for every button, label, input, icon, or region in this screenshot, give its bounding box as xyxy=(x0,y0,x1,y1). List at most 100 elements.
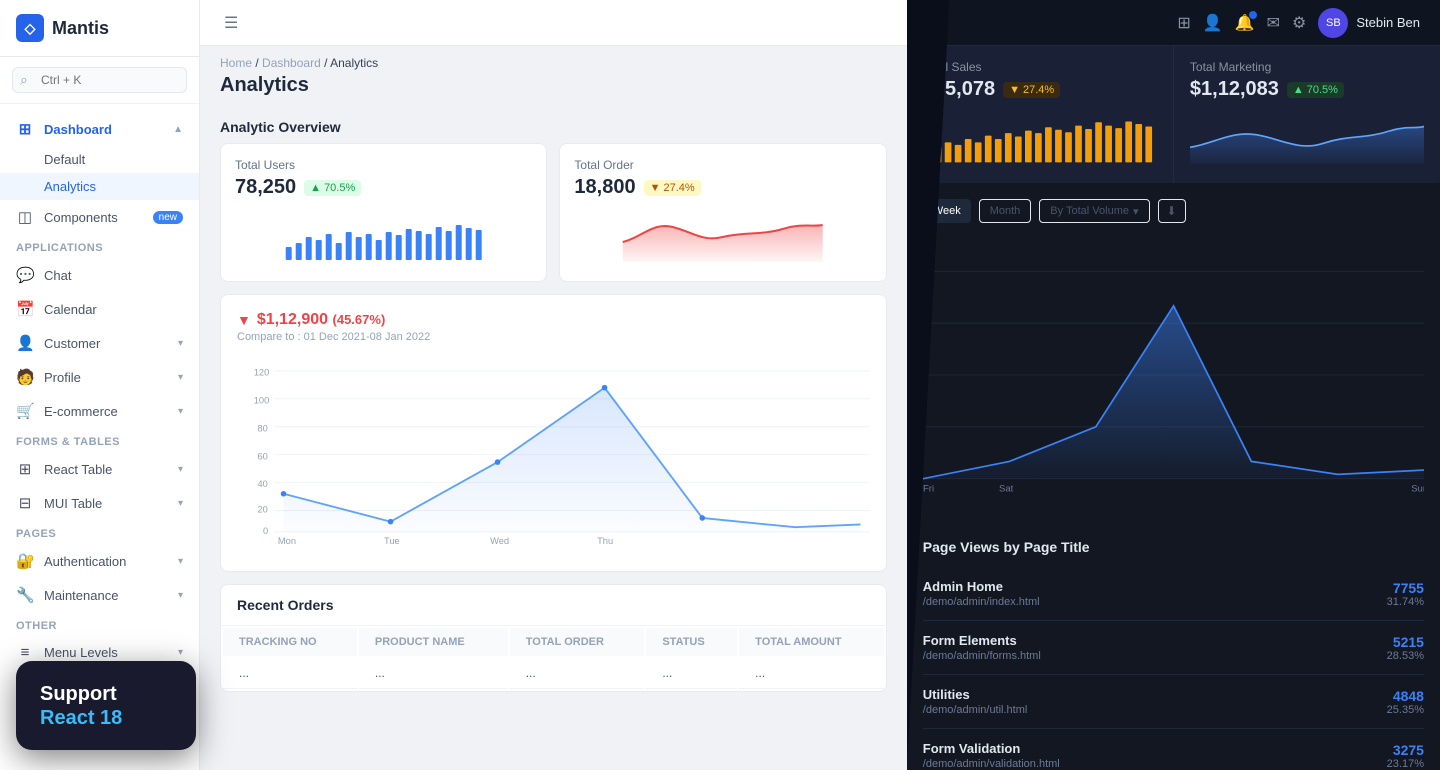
col-total-order: TOTAL ORDER xyxy=(510,628,645,656)
svg-text:Sun: Sun xyxy=(1411,484,1424,495)
chat-icon: 💬 xyxy=(16,266,34,284)
svg-text:60: 60 xyxy=(257,451,267,461)
svg-text:20: 20 xyxy=(257,504,267,514)
sidebar-item-mui-table[interactable]: ⊟ MUI Table ▾ xyxy=(0,486,199,520)
profile-icon: 🧑 xyxy=(16,368,34,386)
table-row: ... ... ... ... ... xyxy=(223,658,884,689)
page-views-section: Page Views by Page Title Admin Home /dem… xyxy=(907,523,1440,770)
search-area[interactable] xyxy=(0,57,199,104)
support-line1: Support xyxy=(40,681,172,707)
page-title: Analytics xyxy=(220,70,887,107)
customer-icon: 👤 xyxy=(16,334,34,352)
breadcrumb-home[interactable]: Home xyxy=(220,56,252,70)
sidebar-item-profile[interactable]: 🧑 Profile ▾ xyxy=(0,360,199,394)
analytic-overview-title: Analytic Overview xyxy=(200,107,907,143)
metric-card-orders: Total Order 18,800 ▼ 27.4% xyxy=(559,143,886,282)
section-pages: Pages xyxy=(0,520,199,544)
dark-chart-marketing xyxy=(1190,109,1424,169)
metric-badge-orders: ▼ 27.4% xyxy=(644,180,701,196)
react-table-icon: ⊞ xyxy=(16,460,34,478)
breadcrumb-current: Analytics xyxy=(330,56,378,70)
section-forms-tables: Forms & Tables xyxy=(0,428,199,452)
btn-volume[interactable]: By Total Volume ▾ xyxy=(1039,199,1149,223)
sidebar-item-maintenance[interactable]: 🔧 Maintenance ▾ xyxy=(0,578,199,612)
svg-text:100: 100 xyxy=(254,395,270,405)
dark-value-marketing: $1,12,083 xyxy=(1190,78,1279,101)
recent-orders-title: Recent Orders xyxy=(221,585,886,626)
svg-text:0: 0 xyxy=(263,526,268,536)
dark-badge-marketing: ▲ 70.5% xyxy=(1287,82,1344,98)
chevron-down-icon: ▾ xyxy=(178,498,183,509)
metric-chart-users xyxy=(235,207,532,267)
logo-area: ◇ Mantis xyxy=(0,0,199,57)
mail-icon[interactable]: ✉ xyxy=(1267,13,1280,33)
svg-text:80: 80 xyxy=(257,423,267,433)
dark-metric-sales: Total Sales $35,078 ▼ 27.4% xyxy=(907,46,1174,183)
pv-item-0: Admin Home /demo/admin/index.html 7755 3… xyxy=(923,567,1424,621)
content-dark: ⊞ 👤 🔔 ✉ ⚙ SB Stebin Ben Total Sales xyxy=(907,0,1440,770)
auth-icon: 🔐 xyxy=(16,552,34,570)
section-applications: Applications xyxy=(0,234,199,258)
dark-value-sales: $35,078 xyxy=(923,78,995,101)
recent-orders-section: Recent Orders TRACKING NO PRODUCT NAME T… xyxy=(220,584,887,692)
metric-card-users: Total Users 78,250 ▲ 70.5% xyxy=(220,143,547,282)
income-value: $1,12,900 (45.67%) xyxy=(257,311,385,329)
sidebar-subitem-analytics[interactable]: Analytics xyxy=(0,173,199,200)
pv-item-2: Utilities /demo/admin/util.html 4848 25.… xyxy=(923,675,1424,729)
sidebar-item-ecommerce[interactable]: 🛒 E-commerce ▾ xyxy=(0,394,199,428)
calendar-icon: 📅 xyxy=(16,300,34,318)
dark-badge-sales: ▼ 27.4% xyxy=(1003,82,1060,98)
svg-text:Fri: Fri xyxy=(923,484,934,495)
username: Stebin Ben xyxy=(1356,15,1420,30)
topbar-light: ☰ xyxy=(200,0,907,46)
user-icon[interactable]: 👤 xyxy=(1203,13,1223,33)
svg-text:Thu: Thu xyxy=(597,536,613,545)
main-area: ☰ Home / Dashboard / Analytics Analytics… xyxy=(200,0,1440,770)
metric-chart-orders xyxy=(574,207,871,267)
dark-chart-sales xyxy=(923,109,1157,169)
sidebar-item-chat[interactable]: 💬 Chat xyxy=(0,258,199,292)
dark-label-sales: Total Sales xyxy=(923,60,1157,74)
sidebar-item-dashboard[interactable]: ⊞ Dashboard ▲ xyxy=(0,112,199,146)
btn-week[interactable]: Week xyxy=(923,199,971,223)
breadcrumb-dashboard[interactable]: Dashboard xyxy=(262,56,321,70)
income-chart-light: 120 100 80 60 40 20 0 xyxy=(237,355,870,555)
search-input[interactable] xyxy=(12,67,187,93)
sidebar-subitem-default[interactable]: Default xyxy=(0,146,199,173)
sidebar: ◇ Mantis ⊞ Dashboard ▲ Default Analytics… xyxy=(0,0,200,770)
col-product: PRODUCT NAME xyxy=(359,628,508,656)
dark-metric-marketing: Total Marketing $1,12,083 ▲ 70.5% xyxy=(1174,46,1440,183)
btn-download[interactable]: ⬇ xyxy=(1158,199,1186,223)
svg-text:Tue: Tue xyxy=(384,536,400,545)
notification-icon[interactable]: 🔔 xyxy=(1235,13,1255,33)
btn-month[interactable]: Month xyxy=(979,199,1032,223)
sidebar-item-calendar[interactable]: 📅 Calendar xyxy=(0,292,199,326)
settings-icon[interactable]: ⚙ xyxy=(1292,13,1306,33)
chevron-down-icon: ▾ xyxy=(178,590,183,601)
income-overview-section: ▼ $1,12,900 (45.67%) Compare to : 01 Dec… xyxy=(220,294,887,572)
sidebar-item-react-table[interactable]: ⊞ React Table ▾ xyxy=(0,452,199,486)
sidebar-item-authentication[interactable]: 🔐 Authentication ▾ xyxy=(0,544,199,578)
grid-icon[interactable]: ⊞ xyxy=(1177,13,1190,33)
chevron-down-icon: ▾ xyxy=(178,556,183,567)
chevron-up-icon: ▲ xyxy=(173,124,183,135)
chevron-down-icon: ▾ xyxy=(178,372,183,383)
chevron-down-icon: ▾ xyxy=(178,338,183,349)
components-icon: ◫ xyxy=(16,208,34,226)
dropdown-chevron-icon: ▾ xyxy=(1133,205,1139,218)
content-light: ☰ Home / Dashboard / Analytics Analytics… xyxy=(200,0,907,770)
page-views-title: Page Views by Page Title xyxy=(923,539,1424,555)
pv-item-1: Form Elements /demo/admin/forms.html 521… xyxy=(923,621,1424,675)
col-total-amount: TOTAL AMOUNT xyxy=(739,628,884,656)
sidebar-item-components[interactable]: ◫ Components new xyxy=(0,200,199,234)
sidebar-item-customer[interactable]: 👤 Customer ▾ xyxy=(0,326,199,360)
logo-icon: ◇ xyxy=(16,14,44,42)
menu-toggle-icon[interactable]: ☰ xyxy=(220,9,242,37)
svg-text:Sat: Sat xyxy=(999,484,1014,495)
dashboard-icon: ⊞ xyxy=(16,120,34,138)
dark-income-chart-area: Week Month By Total Volume ▾ ⬇ xyxy=(907,183,1440,523)
metric-label-users: Total Users xyxy=(235,158,532,172)
menu-levels-icon: ≡ xyxy=(16,644,34,661)
support-popup[interactable]: Support React 18 xyxy=(16,661,196,750)
chevron-down-icon: ▾ xyxy=(178,406,183,417)
